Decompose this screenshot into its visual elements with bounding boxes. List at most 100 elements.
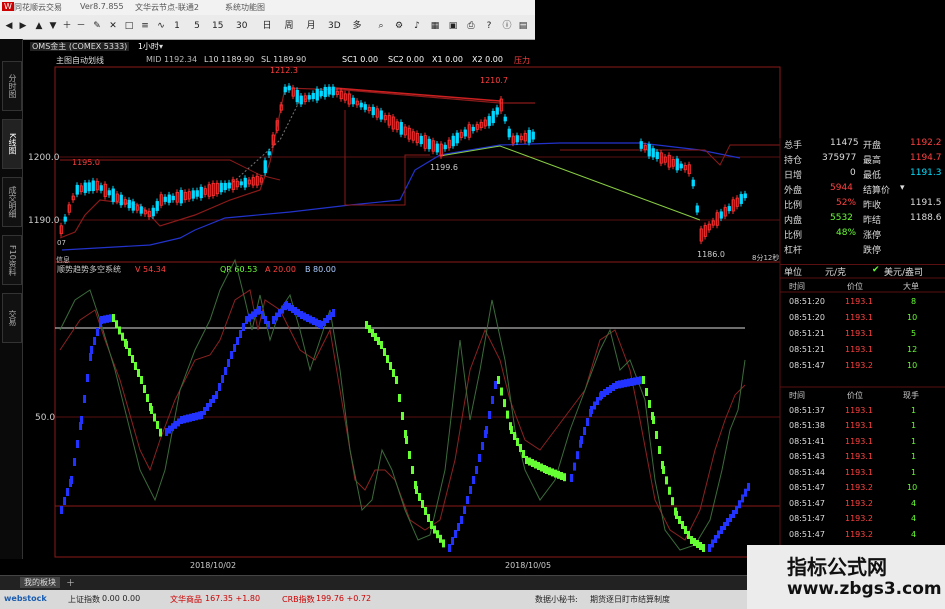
unit-value: 元/克 <box>825 268 847 278</box>
price-label-low1: 1199.6 <box>430 163 458 172</box>
indicator-step <box>596 397 599 405</box>
indicator-step <box>563 473 566 482</box>
indicator-step <box>516 438 519 446</box>
candle <box>151 207 155 217</box>
indicator-step <box>510 426 513 434</box>
indicator-step <box>747 482 750 491</box>
candle <box>655 151 659 160</box>
indicator-step <box>121 332 124 341</box>
index-label[interactable]: 上证指数 <box>68 594 100 605</box>
quote-label: 内盘 <box>784 216 803 226</box>
indicator-step <box>168 425 171 434</box>
sub-indicator-name[interactable]: 顺势趋势多空系统 <box>57 264 121 274</box>
indicator-step <box>668 486 671 495</box>
indicator-step <box>576 451 579 460</box>
indicator-step <box>251 311 254 320</box>
index-label[interactable]: 文华商品 <box>170 594 202 605</box>
indicator-step <box>485 426 488 434</box>
trade-time: 08:51:47 <box>789 514 825 523</box>
watermark-title: 指标公式网 <box>787 555 887 579</box>
trade-price: 1193.1 <box>845 329 873 338</box>
indicator-step <box>639 376 642 385</box>
trade-time: 08:51:21 <box>789 345 825 354</box>
indicator-step <box>457 523 460 531</box>
indicator-step <box>497 376 500 384</box>
currency-toggle[interactable]: 美元/盎司 <box>884 265 923 278</box>
quote-value: 1191.5 <box>910 198 942 208</box>
price-label-high1: 1212.3 <box>270 66 298 75</box>
indicator-step <box>320 321 323 329</box>
quote-label: 杠杆 <box>784 246 803 256</box>
table-row: 08:51:47 1193.2 4 <box>785 514 945 527</box>
price-label-low2: 1186.0 <box>697 250 725 259</box>
trade-volume: 1 <box>911 405 917 415</box>
indicator-step <box>115 320 118 329</box>
watermark-url: www.zbgs3.com <box>787 579 942 599</box>
indicator-step <box>186 414 189 423</box>
indicator-step <box>436 530 439 539</box>
candle <box>179 189 183 204</box>
table-row: 08:51:21 1193.1 5 <box>785 329 945 342</box>
quote-label: 昨收 <box>863 201 882 211</box>
indicator-step <box>662 466 665 474</box>
indicator-step <box>491 396 494 404</box>
candle <box>219 182 223 193</box>
indicator-step <box>288 303 291 311</box>
indicator-step <box>519 444 522 452</box>
sub-y-label-50: 50.0 <box>35 413 55 423</box>
indicator-step <box>285 301 288 309</box>
trade-time: 08:51:21 <box>789 329 825 338</box>
trade-price: 1193.1 <box>845 297 873 306</box>
indicator-step <box>281 305 284 314</box>
table-row: 08:51:41 1193.1 1 <box>785 437 945 450</box>
indicator-step <box>377 337 380 345</box>
indicator-step <box>398 394 401 402</box>
y-label-1200: 1200.0 <box>28 153 60 163</box>
candle <box>443 144 447 150</box>
indicator-step <box>665 476 668 485</box>
quote-label[interactable]: 结算价 <box>863 183 890 196</box>
table-row: 08:51:47 1193.2 10 <box>785 483 945 496</box>
indicator-step <box>583 427 586 435</box>
indicator-step <box>291 305 294 313</box>
assistant-message[interactable]: 期货逐日盯市结算制度 <box>590 594 670 605</box>
candle <box>435 143 439 153</box>
indicator-step <box>73 458 76 466</box>
table-row: 08:51:44 1193.1 1 <box>785 468 945 481</box>
chevron-down-icon[interactable]: ▾ <box>900 183 905 193</box>
indicator-step <box>534 460 537 469</box>
indicator-step <box>80 416 83 424</box>
indicator-step <box>652 416 655 424</box>
indicator-step <box>171 423 174 432</box>
indicator-step <box>215 391 218 399</box>
indicator-step <box>315 318 318 327</box>
indicator-step <box>600 391 603 399</box>
trade-time: 08:51:44 <box>789 467 825 477</box>
indicator-step <box>156 421 159 429</box>
indicator-step <box>678 516 681 524</box>
index-label[interactable]: CRB指数 <box>282 594 315 605</box>
indicator-step <box>140 376 143 384</box>
tab-my-sector[interactable]: 我的板块 <box>20 577 60 588</box>
indicator-step <box>699 542 702 550</box>
indicator-step <box>424 507 427 515</box>
indicator-step <box>708 544 711 552</box>
quote-value: 0 <box>850 168 856 178</box>
trade-volume: 5 <box>911 329 917 338</box>
col-price: 价位 <box>847 391 863 400</box>
candle <box>319 90 323 97</box>
candle <box>75 184 79 195</box>
quote-label: 最高 <box>863 156 882 166</box>
candle <box>323 86 327 98</box>
indicator-step <box>258 306 261 314</box>
indicator-step <box>741 494 744 503</box>
price-label-left: 1195.0 <box>72 158 100 167</box>
indicator-step <box>118 326 121 335</box>
add-tab-icon[interactable]: ＋ <box>66 576 75 589</box>
quote-label: 涨停 <box>863 231 882 241</box>
indicator-step <box>143 385 146 393</box>
indicator-step <box>189 413 192 422</box>
trade-time: 08:51:20 <box>789 313 825 322</box>
candle <box>455 132 459 144</box>
candle <box>63 216 67 222</box>
